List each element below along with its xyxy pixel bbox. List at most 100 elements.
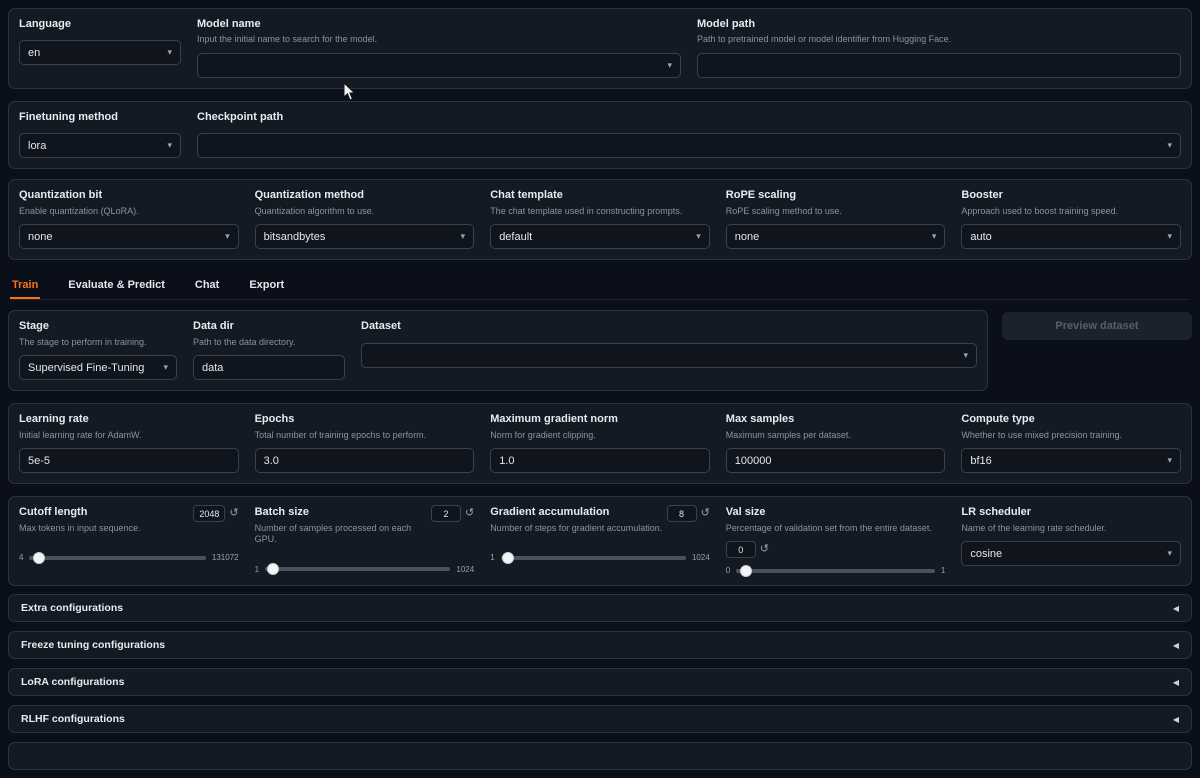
slider-min-label: 4 — [19, 553, 23, 562]
language-value: en — [28, 47, 161, 59]
advanced-settings-card: Quantization bit Enable quantization (QL… — [8, 179, 1192, 260]
dataset-dropdown[interactable]: ▾ — [361, 343, 977, 368]
booster-info: Approach used to boost training speed. — [961, 206, 1181, 218]
data-dir-field: Data dir Path to the data directory. dat… — [193, 319, 345, 380]
gradient-accumulation-number[interactable]: 8 — [667, 505, 697, 522]
accordion-extra-configurations[interactable]: Extra configurations ◀ — [8, 594, 1192, 622]
accordion-lora-configurations[interactable]: LoRA configurations ◀ — [8, 668, 1192, 696]
dataset-field: Dataset ▾ — [361, 319, 977, 380]
stage-card: Stage The stage to perform in training. … — [8, 310, 988, 391]
accordion-rlhf-configurations[interactable]: RLHF configurations ◀ — [8, 705, 1192, 733]
stage-field: Stage The stage to perform in training. … — [19, 319, 177, 380]
stage-dropdown[interactable]: Supervised Fine-Tuning ▾ — [19, 355, 177, 380]
accordion-freeze-tuning-configurations[interactable]: Freeze tuning configurations ◀ — [8, 631, 1192, 659]
chevron-down-icon: ▾ — [667, 60, 672, 71]
slider-handle[interactable] — [502, 552, 514, 564]
chat-template-info: The chat template used in constructing p… — [490, 206, 710, 218]
reset-icon[interactable]: ↺ — [701, 508, 710, 519]
learning-rate-value: 5e-5 — [28, 455, 230, 467]
slider-max-label: 131072 — [212, 553, 239, 562]
max-samples-info: Maximum samples per dataset. — [726, 430, 946, 442]
reset-icon[interactable]: ↺ — [465, 508, 474, 519]
model-path-info: Path to pretrained model or model identi… — [697, 34, 1181, 46]
accordion-label: Extra configurations — [21, 602, 123, 614]
tab-evaluate-predict[interactable]: Evaluate & Predict — [66, 272, 167, 299]
learning-rate-info: Initial learning rate for AdamW. — [19, 430, 239, 442]
mouse-cursor — [343, 82, 357, 102]
accordion-arrow-icon: ◀ — [1173, 678, 1179, 687]
batch-size-info: Number of samples processed on each GPU. — [255, 523, 431, 546]
gradient-accumulation-info: Number of steps for gradient accumulatio… — [490, 523, 662, 535]
tab-export[interactable]: Export — [247, 272, 286, 299]
cutoff-length-slider[interactable] — [29, 556, 205, 560]
accordion-partial[interactable] — [8, 742, 1192, 770]
val-size-number[interactable]: 0 — [726, 541, 756, 558]
slider-min-label: 0 — [726, 566, 730, 575]
lr-scheduler-dropdown[interactable]: cosine ▾ — [961, 541, 1181, 566]
quantization-bit-value: none — [28, 231, 219, 243]
slider-handle[interactable] — [33, 552, 45, 564]
learning-rate-field: Learning rate Initial learning rate for … — [19, 412, 239, 473]
tab-train[interactable]: Train — [10, 272, 40, 299]
stage-label: Stage — [19, 319, 177, 333]
quantization-bit-dropdown[interactable]: none ▾ — [19, 224, 239, 249]
chevron-down-icon: ▾ — [225, 231, 230, 242]
chevron-down-icon: ▾ — [696, 231, 701, 242]
chevron-down-icon: ▾ — [167, 47, 172, 58]
dataset-label: Dataset — [361, 319, 977, 333]
quantization-method-dropdown[interactable]: bitsandbytes ▾ — [255, 224, 475, 249]
stage-row: Stage The stage to perform in training. … — [8, 310, 1192, 391]
preview-dataset-button[interactable]: Preview dataset — [1002, 312, 1192, 340]
chevron-down-icon: ▾ — [1167, 231, 1172, 242]
language-label: Language — [19, 17, 181, 31]
learning-rate-label: Learning rate — [19, 412, 239, 426]
val-size-slider[interactable] — [736, 569, 935, 573]
language-dropdown[interactable]: en ▾ — [19, 40, 181, 65]
slider-min-label: 1 — [255, 565, 259, 574]
model-name-dropdown[interactable]: ▾ — [197, 53, 681, 78]
compute-type-dropdown[interactable]: bf16 ▾ — [961, 448, 1181, 473]
batch-size-slider[interactable] — [265, 567, 450, 571]
cutoff-length-info: Max tokens in input sequence. — [19, 523, 141, 535]
rope-scaling-dropdown[interactable]: none ▾ — [726, 224, 946, 249]
max-grad-norm-input[interactable]: 1.0 — [490, 448, 710, 473]
checkpoint-path-dropdown[interactable]: ▾ — [197, 133, 1181, 158]
slider-handle[interactable] — [740, 565, 752, 577]
quantization-method-field: Quantization method Quantization algorit… — [255, 188, 475, 249]
booster-field: Booster Approach used to boost training … — [961, 188, 1181, 249]
finetuning-card: Finetuning method lora ▾ Checkpoint path… — [8, 101, 1192, 169]
slider-handle[interactable] — [267, 563, 279, 575]
max-samples-input[interactable]: 100000 — [726, 448, 946, 473]
chat-template-dropdown[interactable]: default ▾ — [490, 224, 710, 249]
accordion-arrow-icon: ◀ — [1173, 715, 1179, 724]
max-grad-norm-info: Norm for gradient clipping. — [490, 430, 710, 442]
chat-template-field: Chat template The chat template used in … — [490, 188, 710, 249]
lr-scheduler-label: LR scheduler — [961, 505, 1181, 519]
quantization-bit-field: Quantization bit Enable quantization (QL… — [19, 188, 239, 249]
reset-icon[interactable]: ↺ — [760, 544, 769, 555]
chat-template-value: default — [499, 231, 690, 243]
max-samples-value: 100000 — [735, 455, 937, 467]
preview-dataset-column: Preview dataset — [1002, 310, 1192, 391]
model-path-label: Model path — [697, 17, 1181, 31]
val-size-info: Percentage of validation set from the en… — [726, 523, 946, 535]
booster-dropdown[interactable]: auto ▾ — [961, 224, 1181, 249]
cutoff-length-field: Cutoff length Max tokens in input sequen… — [19, 505, 239, 575]
sliders-card: Cutoff length Max tokens in input sequen… — [8, 496, 1192, 586]
reset-icon[interactable]: ↺ — [229, 508, 238, 519]
epochs-input[interactable]: 3.0 — [255, 448, 475, 473]
data-dir-input[interactable]: data — [193, 355, 345, 380]
max-samples-label: Max samples — [726, 412, 946, 426]
language-field: Language en ▾ — [19, 17, 181, 78]
cutoff-length-number[interactable]: 2048 — [193, 505, 225, 522]
accordion-arrow-icon: ◀ — [1173, 641, 1179, 650]
slider-max-label: 1 — [941, 566, 945, 575]
chevron-down-icon: ▾ — [163, 362, 168, 373]
learning-rate-input[interactable]: 5e-5 — [19, 448, 239, 473]
finetuning-method-dropdown[interactable]: lora ▾ — [19, 133, 181, 158]
gradient-accumulation-slider[interactable] — [501, 556, 686, 560]
batch-size-number[interactable]: 2 — [431, 505, 461, 522]
chevron-down-icon: ▾ — [1167, 548, 1172, 559]
tab-chat[interactable]: Chat — [193, 272, 221, 299]
model-path-input[interactable] — [697, 53, 1181, 78]
